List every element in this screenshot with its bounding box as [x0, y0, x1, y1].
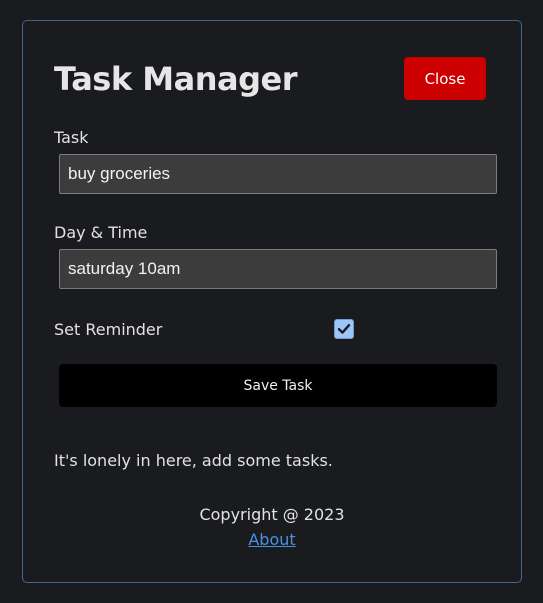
task-input[interactable]: [59, 154, 497, 194]
empty-tasks-message: It's lonely in here, add some tasks.: [54, 451, 333, 470]
about-link[interactable]: About: [248, 530, 295, 550]
close-button[interactable]: Close: [404, 57, 486, 100]
page-title: Task Manager: [54, 60, 297, 98]
day-time-label: Day & Time: [54, 223, 148, 242]
set-reminder-label: Set Reminder: [54, 320, 163, 339]
checkmark-icon: [337, 324, 351, 334]
copyright-text: Copyright @ 2023: [199, 505, 345, 524]
footer: Copyright @ 2023 About: [23, 505, 521, 550]
header: Task Manager Close: [54, 57, 486, 101]
save-task-button[interactable]: Save Task: [59, 364, 497, 407]
day-time-input[interactable]: [59, 249, 497, 289]
task-manager-panel: Task Manager Close Task Day & Time Set R…: [22, 20, 522, 583]
task-label: Task: [54, 128, 89, 147]
set-reminder-checkbox[interactable]: [334, 319, 354, 339]
